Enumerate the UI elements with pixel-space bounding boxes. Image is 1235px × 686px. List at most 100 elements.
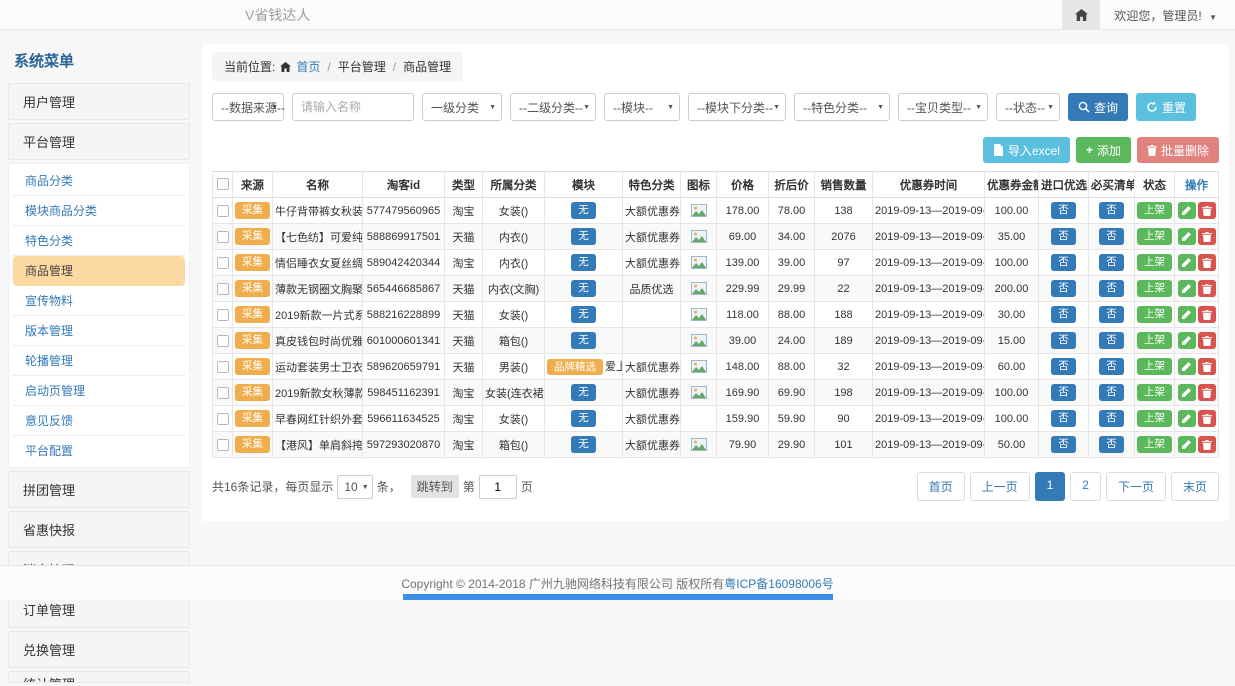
delete-button[interactable]: [1198, 358, 1216, 375]
user-menu[interactable]: 欢迎您，管理员! ▼: [1100, 7, 1235, 24]
sidebar-item[interactable]: 统计管理: [8, 671, 190, 683]
level1-category-select[interactable]: 一级分类▼: [422, 93, 502, 121]
jump-to-button[interactable]: 跳转到: [411, 475, 459, 498]
delete-button[interactable]: [1198, 306, 1216, 323]
sidebar-item[interactable]: 用户管理: [8, 83, 190, 120]
import-select-toggle[interactable]: 否: [1051, 332, 1076, 349]
must-buy-toggle[interactable]: 否: [1099, 358, 1124, 375]
module-badge[interactable]: 品牌精选: [547, 359, 603, 376]
edit-button[interactable]: [1178, 280, 1196, 297]
must-buy-toggle[interactable]: 否: [1099, 384, 1124, 401]
level2-category-select[interactable]: --二级分类--▼: [510, 93, 596, 121]
module-badge[interactable]: 无: [571, 280, 596, 297]
must-buy-toggle[interactable]: 否: [1099, 202, 1124, 219]
delete-button[interactable]: [1198, 280, 1216, 297]
row-checkbox[interactable]: [217, 387, 229, 399]
home-button[interactable]: [1062, 0, 1100, 30]
import-select-toggle[interactable]: 否: [1051, 254, 1076, 271]
module-badge[interactable]: 无: [571, 306, 596, 323]
row-checkbox[interactable]: [217, 257, 229, 269]
delete-button[interactable]: [1198, 384, 1216, 401]
source-filter-select[interactable]: --数据来源--▼: [212, 93, 284, 121]
row-checkbox[interactable]: [217, 309, 229, 321]
sidebar-sub-item[interactable]: 特色分类: [13, 226, 185, 256]
status-badge[interactable]: 上架: [1137, 358, 1172, 375]
row-checkbox[interactable]: [217, 335, 229, 347]
edit-button[interactable]: [1178, 384, 1196, 401]
module-badge[interactable]: 无: [571, 202, 596, 219]
edit-button[interactable]: [1178, 332, 1196, 349]
status-badge[interactable]: 上架: [1137, 254, 1172, 271]
row-checkbox[interactable]: [217, 439, 229, 451]
status-badge[interactable]: 上架: [1137, 202, 1172, 219]
delete-button[interactable]: [1198, 436, 1216, 453]
delete-button[interactable]: [1198, 254, 1216, 271]
import-select-toggle[interactable]: 否: [1051, 280, 1076, 297]
row-checkbox[interactable]: [217, 413, 229, 425]
status-select[interactable]: --状态--▼: [996, 93, 1060, 121]
module-badge[interactable]: 无: [571, 332, 596, 349]
page-number-input[interactable]: [479, 475, 517, 499]
import-select-toggle[interactable]: 否: [1051, 306, 1076, 323]
status-badge[interactable]: 上架: [1137, 410, 1172, 427]
edit-button[interactable]: [1178, 228, 1196, 245]
pager-button[interactable]: 1: [1035, 472, 1066, 501]
icp-link[interactable]: 粤ICP备16098006号: [724, 577, 833, 591]
row-checkbox[interactable]: [217, 283, 229, 295]
import-select-toggle[interactable]: 否: [1051, 410, 1076, 427]
must-buy-toggle[interactable]: 否: [1099, 332, 1124, 349]
sidebar-item[interactable]: 平台管理: [8, 123, 190, 160]
edit-button[interactable]: [1178, 254, 1196, 271]
edit-button[interactable]: [1178, 358, 1196, 375]
pager-button[interactable]: 2: [1070, 472, 1101, 501]
sidebar-sub-item[interactable]: 平台配置: [13, 436, 185, 465]
per-page-select[interactable]: 10 ▼: [337, 475, 372, 499]
sidebar-sub-item[interactable]: 商品分类: [13, 166, 185, 196]
pager-button[interactable]: 下一页: [1106, 472, 1166, 501]
status-badge[interactable]: 上架: [1137, 280, 1172, 297]
sidebar-sub-item[interactable]: 意见反馈: [13, 406, 185, 436]
add-button[interactable]: + 添加: [1076, 137, 1131, 163]
module-badge[interactable]: 无: [571, 228, 596, 245]
pager-button[interactable]: 上一页: [970, 472, 1030, 501]
pager-button[interactable]: 末页: [1171, 472, 1219, 501]
module-badge[interactable]: 无: [571, 384, 596, 401]
import-select-toggle[interactable]: 否: [1051, 358, 1076, 375]
edit-button[interactable]: [1178, 436, 1196, 453]
sidebar-sub-item[interactable]: 宣传物料: [13, 286, 185, 316]
feature-category-select[interactable]: --特色分类--▼: [794, 93, 890, 121]
module-subcategory-select[interactable]: --模块下分类--▼: [688, 93, 786, 121]
status-badge[interactable]: 上架: [1137, 332, 1172, 349]
edit-button[interactable]: [1178, 306, 1196, 323]
row-checkbox[interactable]: [217, 231, 229, 243]
search-button[interactable]: 查询: [1068, 93, 1128, 121]
import-select-toggle[interactable]: 否: [1051, 202, 1076, 219]
must-buy-toggle[interactable]: 否: [1099, 254, 1124, 271]
item-type-select[interactable]: --宝贝类型--▼: [898, 93, 988, 121]
module-badge[interactable]: 无: [571, 410, 596, 427]
import-excel-button[interactable]: 导入excel: [983, 137, 1070, 163]
sidebar-item[interactable]: 拼团管理: [8, 471, 190, 508]
reset-button[interactable]: 重置: [1136, 93, 1196, 121]
must-buy-toggle[interactable]: 否: [1099, 306, 1124, 323]
sidebar-sub-item[interactable]: 启动页管理: [13, 376, 185, 406]
edit-button[interactable]: [1178, 410, 1196, 427]
select-all-checkbox[interactable]: [217, 178, 229, 190]
sidebar-sub-item[interactable]: 版本管理: [13, 316, 185, 346]
status-badge[interactable]: 上架: [1137, 306, 1172, 323]
must-buy-toggle[interactable]: 否: [1099, 228, 1124, 245]
breadcrumb-home-link[interactable]: 首页: [296, 58, 320, 75]
delete-button[interactable]: [1198, 228, 1216, 245]
sidebar-item[interactable]: 省惠快报: [8, 511, 190, 548]
module-badge[interactable]: 无: [571, 254, 596, 271]
import-select-toggle[interactable]: 否: [1051, 436, 1076, 453]
import-select-toggle[interactable]: 否: [1051, 384, 1076, 401]
sidebar-item[interactable]: 兑换管理: [8, 631, 190, 668]
module-select[interactable]: --模块--▼: [604, 93, 680, 121]
status-badge[interactable]: 上架: [1137, 228, 1172, 245]
batch-delete-button[interactable]: 批量删除: [1137, 137, 1219, 163]
must-buy-toggle[interactable]: 否: [1099, 436, 1124, 453]
delete-button[interactable]: [1198, 332, 1216, 349]
sidebar-sub-item[interactable]: 模块商品分类: [13, 196, 185, 226]
status-badge[interactable]: 上架: [1137, 436, 1172, 453]
